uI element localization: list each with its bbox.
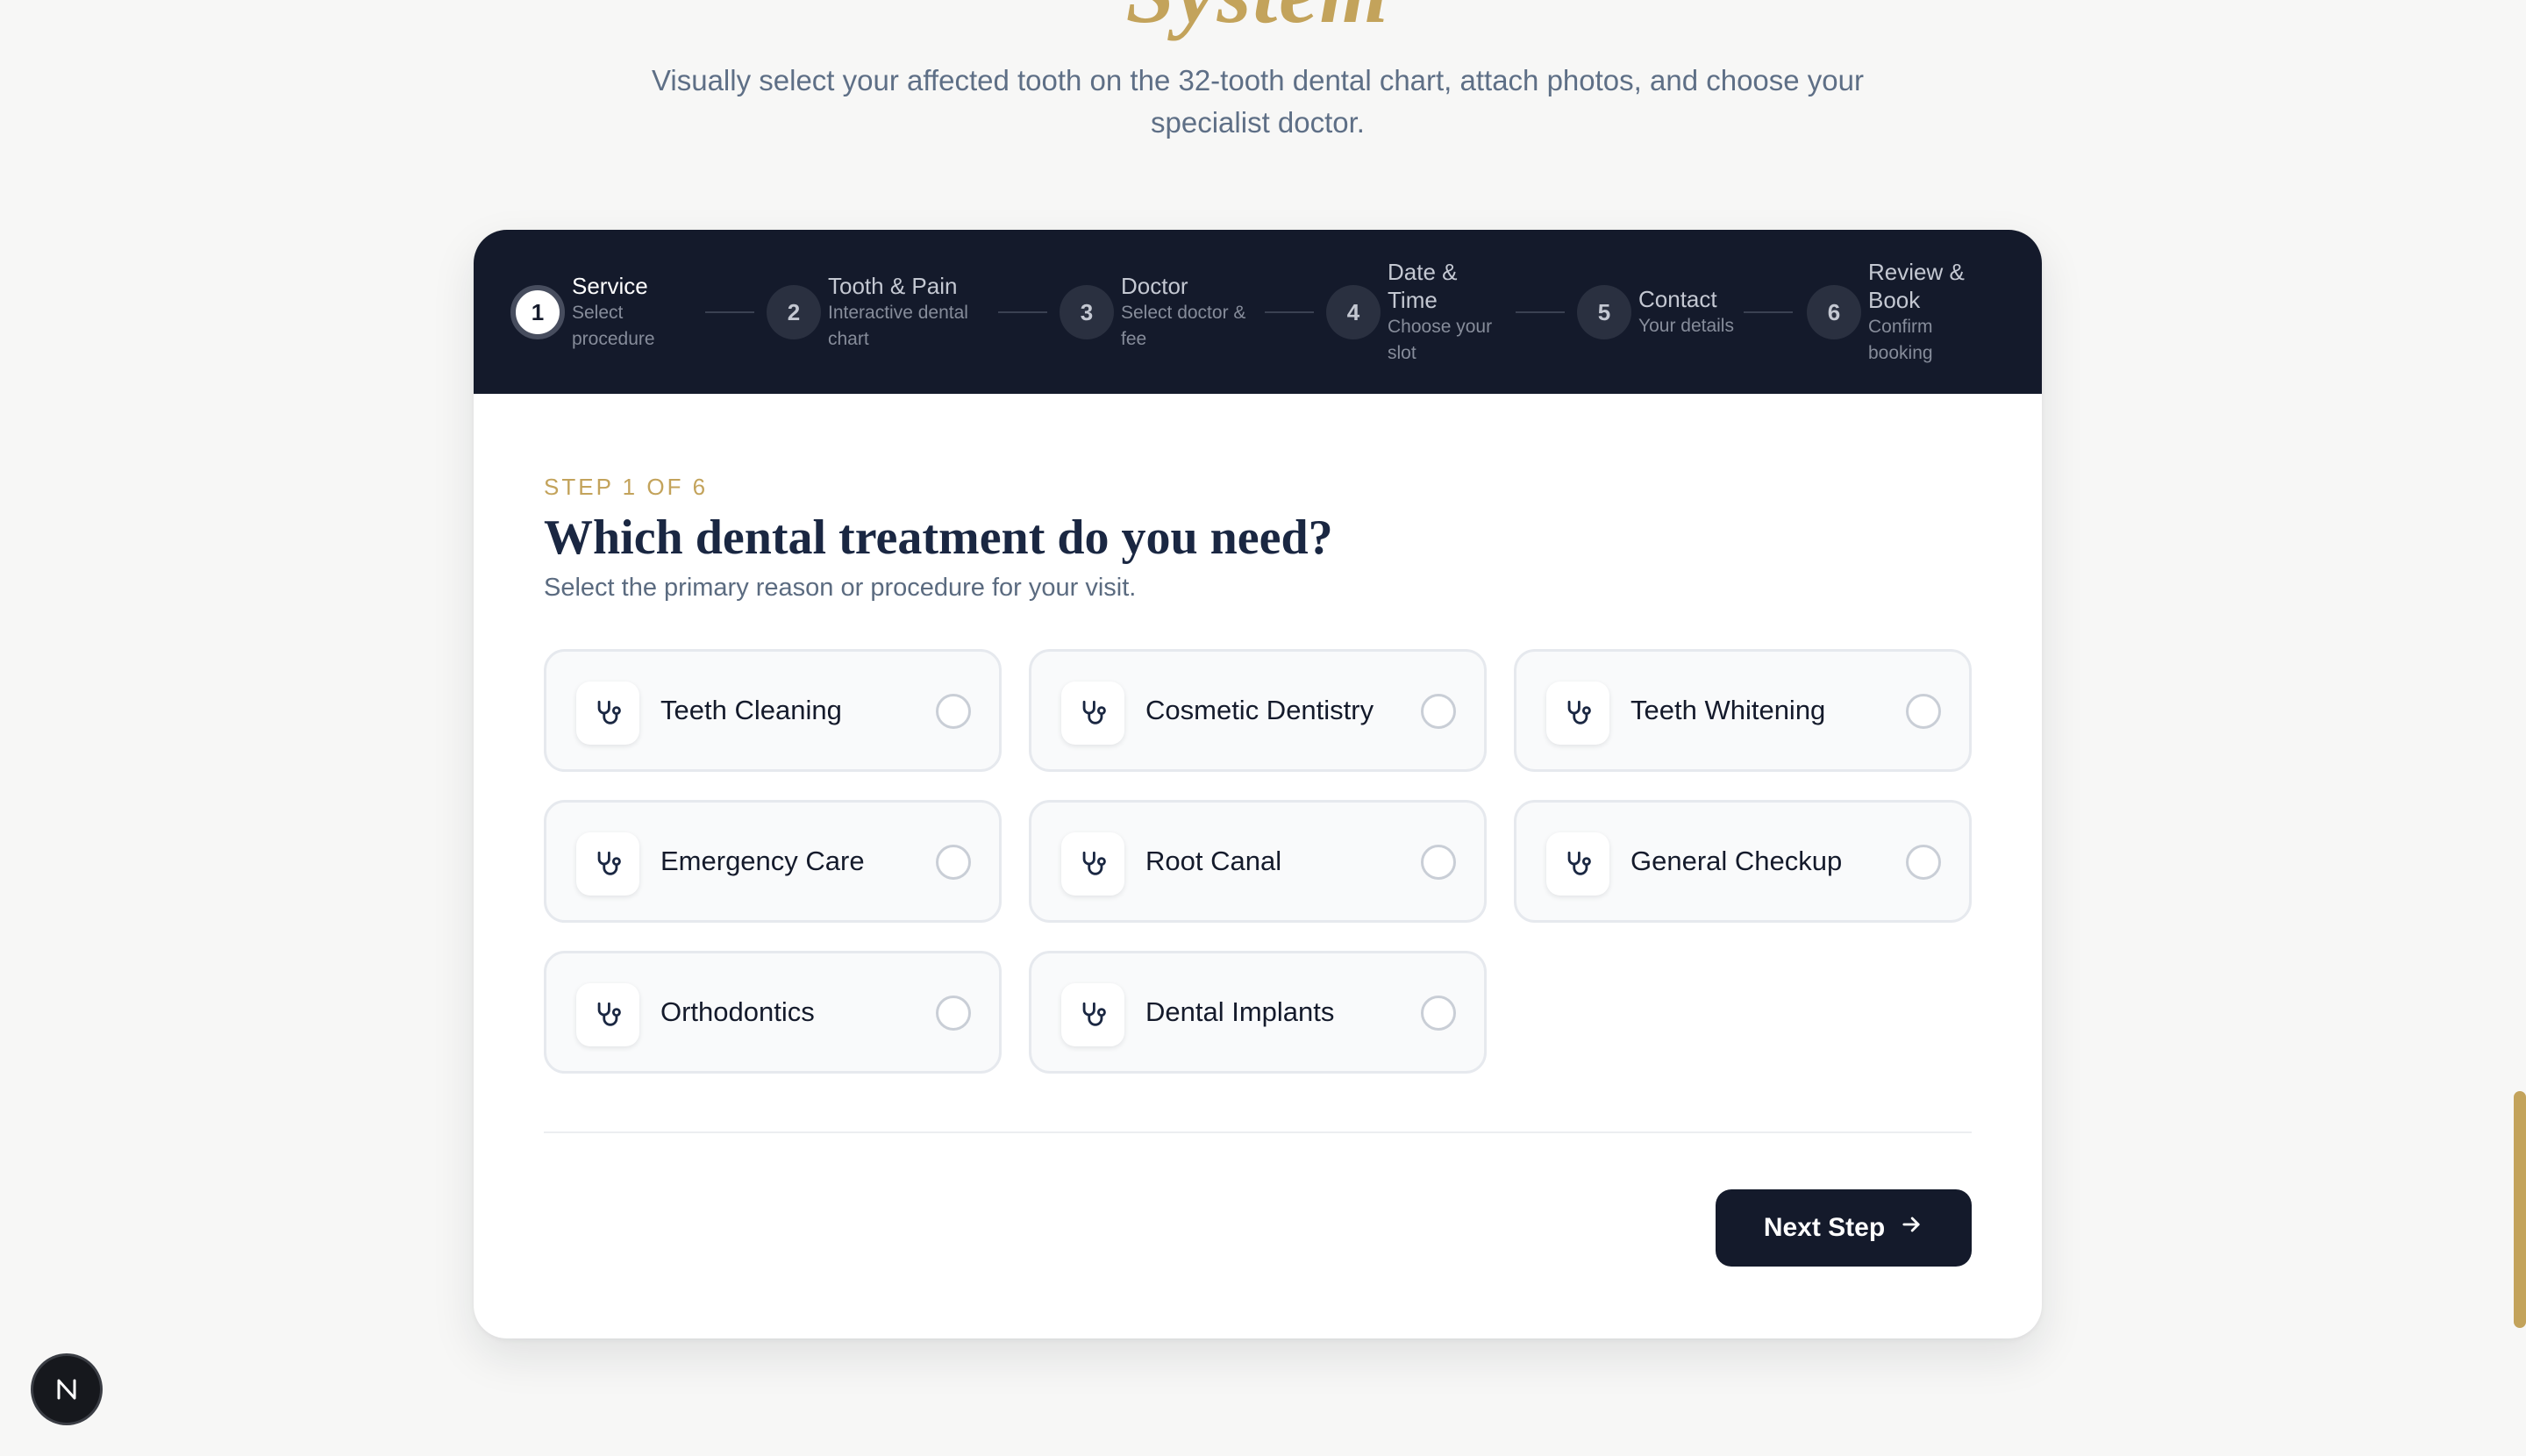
arrow-right-icon <box>1899 1212 1923 1244</box>
booking-card: 1 Service Select procedure 2 Tooth & Pai… <box>474 230 2042 1338</box>
option-label: Dental Implants <box>1145 996 1335 1027</box>
option-card-dental-implants[interactable]: Dental Implants <box>1029 951 1487 1074</box>
scrollbar-thumb[interactable] <box>2514 1091 2526 1328</box>
stethoscope-icon <box>1061 832 1124 896</box>
stethoscope-icon <box>1546 832 1609 896</box>
form-subtitle: Select the primary reason or procedure f… <box>544 574 1137 602</box>
stethoscope-icon <box>1061 682 1124 745</box>
option-label: Root Canal <box>1145 846 1282 876</box>
option-radio[interactable] <box>1421 694 1456 729</box>
step-indicator: STEP 1 OF 6 <box>544 474 709 500</box>
step-connector <box>998 311 1047 313</box>
progress-stepper: 1 Service Select procedure 2 Tooth & Pai… <box>474 230 2042 394</box>
step-label: Doctor <box>1121 272 1188 299</box>
step-number: 4 <box>1326 285 1381 339</box>
option-card-cosmetic-dentistry[interactable]: Cosmetic Dentistry <box>1029 649 1487 772</box>
option-card-teeth-whitening[interactable]: Teeth Whitening <box>1514 649 1972 772</box>
option-radio[interactable] <box>936 845 971 880</box>
option-radio[interactable] <box>1906 845 1941 880</box>
stethoscope-icon <box>576 682 639 745</box>
step-label: Date & Time <box>1388 258 1458 313</box>
step-sublabel: Choose your slot <box>1388 316 1493 363</box>
option-label: Teeth Cleaning <box>660 695 842 725</box>
option-radio[interactable] <box>936 996 971 1031</box>
option-radio[interactable] <box>1421 845 1456 880</box>
step-label: Contact <box>1638 285 1717 312</box>
step-number: 1 <box>510 285 565 339</box>
step-connector <box>1744 311 1793 313</box>
dev-tools-badge[interactable] <box>33 1356 100 1423</box>
hero-title: System <box>0 0 2515 37</box>
step-sublabel: Select procedure <box>572 302 655 349</box>
option-card-general-checkup[interactable]: General Checkup <box>1514 800 1972 923</box>
step-number: 2 <box>767 285 821 339</box>
option-label: Orthodontics <box>660 996 815 1027</box>
step-label: Service <box>572 272 648 299</box>
stethoscope-icon <box>576 832 639 896</box>
stethoscope-icon <box>576 983 639 1046</box>
option-label: Cosmetic Dentistry <box>1145 695 1374 725</box>
option-card-emergency-care[interactable]: Emergency Care <box>544 800 1002 923</box>
option-radio[interactable] <box>1906 694 1941 729</box>
step-connector <box>705 311 754 313</box>
next-step-label: Next Step <box>1763 1213 1886 1242</box>
option-label: General Checkup <box>1630 846 1843 876</box>
form-divider <box>544 1131 1972 1133</box>
step-number: 6 <box>1807 285 1861 339</box>
option-card-orthodontics[interactable]: Orthodontics <box>544 951 1002 1074</box>
step-number: 5 <box>1577 285 1631 339</box>
option-label: Teeth Whitening <box>1630 695 1826 725</box>
option-card-root-canal[interactable]: Root Canal <box>1029 800 1487 923</box>
option-radio[interactable] <box>936 694 971 729</box>
step-label: Review & Book <box>1868 258 1965 313</box>
step-sublabel: Interactive dental chart <box>828 302 968 349</box>
stethoscope-icon <box>1061 983 1124 1046</box>
form-title: Which dental treatment do you need? <box>544 510 1333 565</box>
hero-subtitle: Visually select your affected tooth on t… <box>651 64 1865 139</box>
option-card-teeth-cleaning[interactable]: Teeth Cleaning <box>544 649 1002 772</box>
step-connector <box>1265 311 1314 313</box>
step-label: Tooth & Pain <box>828 272 958 299</box>
step-sublabel: Your details <box>1638 315 1734 336</box>
step-sublabel: Select doctor & fee <box>1121 302 1246 349</box>
stethoscope-icon <box>1546 682 1609 745</box>
next-step-button[interactable]: Next Step <box>1716 1189 1972 1267</box>
option-radio[interactable] <box>1421 996 1456 1031</box>
step-number: 3 <box>1060 285 1114 339</box>
n-logo-icon <box>57 1379 76 1400</box>
step-connector <box>1516 311 1565 313</box>
step-sublabel: Confirm booking <box>1868 316 1933 363</box>
option-label: Emergency Care <box>660 846 865 876</box>
